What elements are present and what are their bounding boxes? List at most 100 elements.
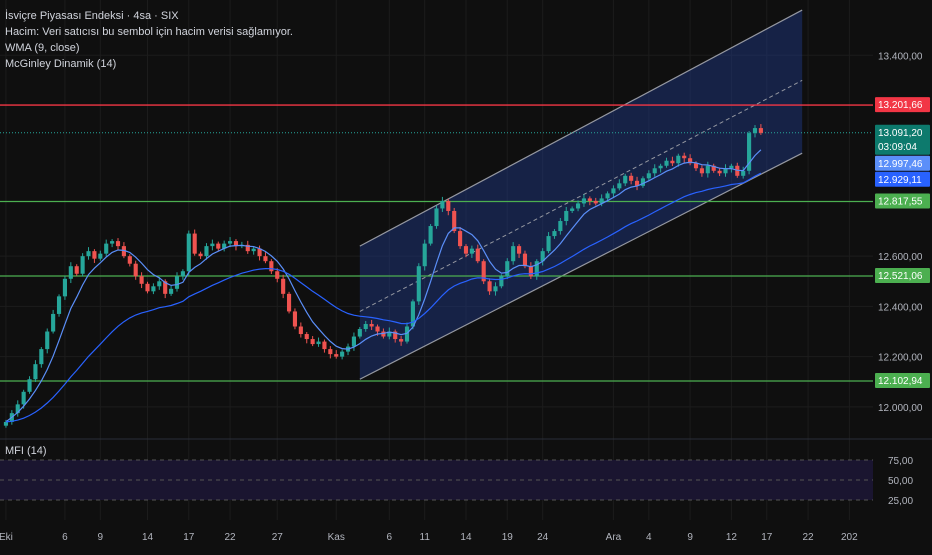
parallel-channel[interactable] [359, 9, 803, 380]
volume-note: Hacim: Veri satıcısı bu sembol için haci… [5, 26, 293, 38]
mfi-legend[interactable]: MFI (14) [5, 445, 47, 457]
candle-body [157, 281, 162, 287]
chart-area[interactable]: 13.400,00 12.600,00 12.400,00 12.200,00 12.0… [0, 0, 932, 550]
candle-body [62, 278, 67, 297]
candle-body [693, 163, 699, 169]
candle-body [180, 271, 185, 277]
time-tick-label: 17 [183, 532, 195, 543]
candle-body [322, 341, 327, 350]
candle-body [251, 248, 256, 252]
price-badge-countdown: 03:09:04 [878, 142, 917, 153]
mcginley-legend[interactable]: McGinley Dinamik (14) [5, 56, 293, 72]
candle-body [729, 165, 734, 169]
time-tick-label: Kas [328, 532, 345, 543]
time-tick-label: 9 [687, 532, 693, 543]
price-chart[interactable]: 13.400,00 12.600,00 12.400,00 12.200,00 12.0… [0, 0, 932, 550]
candle-body [340, 351, 345, 357]
candle-body [263, 256, 268, 262]
candle-body [522, 253, 528, 267]
candle-body [351, 336, 356, 347]
candle-body [3, 421, 9, 426]
candle-body [80, 256, 85, 274]
time-tick-label: Eki [0, 532, 13, 543]
candle-body [292, 311, 298, 327]
candle-body [310, 339, 315, 345]
candle-body [458, 231, 463, 247]
price-badge-label: 12.521,06 [878, 271, 923, 282]
price-tick-label: 12.400,00 [878, 302, 923, 313]
time-tick-label: 24 [537, 532, 549, 543]
candle-body [216, 243, 221, 249]
price-tick-label: 12.000,00 [878, 403, 923, 414]
candle-body [133, 263, 138, 277]
candle-body [174, 276, 180, 289]
candle-body [463, 246, 469, 254]
price-badges: 13.201,66 12.817,55 12.521,06 12.102,94 13.0… [875, 97, 930, 389]
candle-body [275, 271, 280, 279]
candle-body [298, 326, 303, 335]
candle-body [98, 253, 103, 259]
candle-body [198, 253, 203, 257]
chart-legend: İsviçre Piyasası Endeksi · 4sa · SIX Hac… [5, 8, 293, 72]
candle-body [151, 286, 156, 292]
price-tick-label: 12.200,00 [878, 353, 923, 364]
candle-body [658, 165, 663, 169]
candle-body [210, 243, 215, 247]
wma-legend[interactable]: WMA (9, close) [5, 40, 293, 56]
candle-body [39, 349, 44, 365]
candle-body [676, 155, 681, 164]
time-tick-label: 22 [225, 532, 237, 543]
price-badge-label: 12.817,55 [878, 197, 923, 208]
candle-body [440, 200, 445, 209]
time-tick-label: 11 [420, 532, 431, 543]
candle-body [92, 251, 97, 259]
symbol-title[interactable]: İsviçre Piyasası Endeksi · 4sa · SIX [5, 8, 293, 24]
candle-body [575, 203, 581, 209]
candle-body [145, 283, 150, 292]
candle-body [422, 243, 427, 267]
candle-body [652, 168, 657, 174]
time-tick-label: 202 [841, 532, 858, 543]
candle-body [593, 200, 598, 204]
time-tick-label: 14 [142, 532, 154, 543]
time-tick-label: 12 [726, 532, 738, 543]
time-tick-label: 9 [98, 532, 104, 543]
candle-body [493, 286, 498, 292]
time-tick-label: 17 [761, 532, 773, 543]
candle-body [717, 170, 722, 174]
candle-body [21, 391, 26, 405]
candle-body [646, 173, 651, 179]
candle-body [699, 168, 704, 174]
candle-body [664, 160, 669, 166]
mfi-tick-label: 50,00 [888, 476, 913, 487]
time-tick-label: 6 [387, 532, 393, 543]
candle-body [328, 349, 333, 355]
candle-body [511, 246, 516, 262]
price-tick-label: 12.600,00 [878, 252, 923, 263]
price-badge-label: 12.102,94 [878, 376, 923, 387]
candle-body [505, 261, 510, 277]
time-axis[interactable]: Eki 6 9 14 17 22 27 Kas 6 11 14 19 24 Ara 4 9 12 17 22 202 [0, 532, 858, 543]
candle-body [587, 198, 592, 201]
candle-body [605, 193, 610, 199]
mfi-pane [0, 459, 873, 501]
candle-body [416, 266, 421, 302]
candle-body [558, 221, 563, 232]
candle-body [682, 155, 687, 159]
candle-body [546, 236, 551, 252]
candle-body [611, 188, 616, 194]
price-badge-label: 13.201,66 [878, 100, 923, 111]
candle-body [56, 296, 62, 314]
candle-body [169, 288, 174, 294]
candle-body [357, 329, 362, 337]
candle-body [581, 198, 587, 204]
candle-body [127, 256, 132, 264]
candle-body [104, 243, 109, 254]
candle-body [552, 231, 557, 237]
price-badge-label: 12.997,46 [878, 159, 923, 170]
candle-body [752, 128, 758, 134]
candle-body [375, 326, 380, 332]
candle-body [51, 313, 56, 332]
candle-body [617, 183, 622, 189]
time-tick-label: 27 [272, 532, 284, 543]
